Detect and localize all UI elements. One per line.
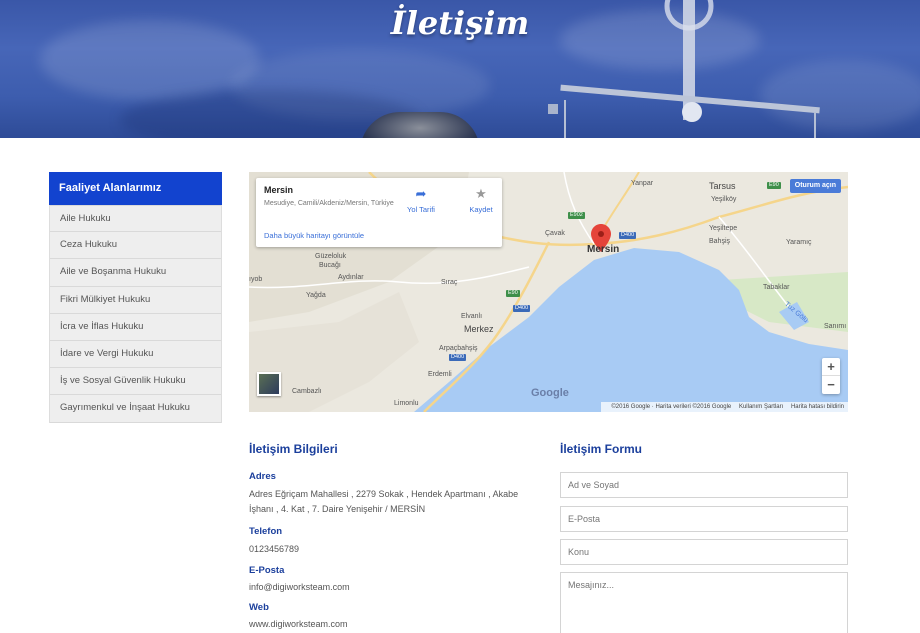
save-label: Kaydet [469, 205, 493, 214]
map-label: Yanpar [631, 180, 654, 187]
contact-info-title: İletişim Bilgileri [249, 442, 338, 456]
address-value: Adres Eğriçam Mahallesi , 2279 Sokak , H… [249, 489, 519, 514]
road-badge: D400 [513, 305, 531, 312]
map-label: Sanımı [824, 323, 847, 330]
map-label: Güzeloluk [315, 253, 347, 260]
sidebar-menu: Aile Hukuku Ceza Hukuku Aile ve Boşanma … [49, 205, 222, 423]
contact-form-title: İletişim Formu [560, 442, 643, 456]
map-label: Yaramıç [786, 239, 812, 246]
web-value[interactable]: www.digiworksteam.com [249, 617, 539, 632]
map-label: Elvanlı [461, 313, 483, 320]
web-label: Web [249, 602, 269, 613]
road-badge: E90 [506, 290, 520, 297]
sidebar-item-gayrimenkul[interactable]: Gayrımenkul ve İnşaat Hukuku [50, 395, 221, 423]
google-map[interactable]: Mersin Tarsus Yanpar Yeşilköy Yeşiltepe … [249, 172, 848, 412]
page-title: İletişim [390, 4, 530, 42]
address-label: Adres [249, 471, 276, 482]
map-label: Merkez [464, 324, 494, 334]
map-label: Limonlu [394, 400, 419, 407]
zoom-control: + − [822, 358, 840, 394]
road-badge: E902 [568, 212, 585, 219]
contact-form: İletişim Formu [560, 442, 848, 633]
place-address: Mesudiye, Camili/Akdeniz/Mersin, Türkiye [264, 200, 394, 207]
sidebar-item-aile-hukuku[interactable]: Aile Hukuku [50, 205, 221, 233]
sidebar-item-ceza-hukuku[interactable]: Ceza Hukuku [50, 232, 221, 260]
bigger-map-link[interactable]: Daha büyük haritayı görüntüle [264, 231, 364, 240]
phone-value: 0123456789 [249, 544, 300, 554]
save-place-button[interactable]: ★ Kaydet [456, 186, 506, 214]
map-label: Arpaçbahşiş [439, 345, 478, 352]
sidebar-item-idare-vergi[interactable]: İdare ve Vergi Hukuku [50, 340, 221, 369]
subject-input[interactable] [560, 539, 848, 565]
map-label: Erdemli [428, 371, 452, 378]
sidebar-item-is-sosyal[interactable]: İş ve Sosyal Güvenlik Hukuku [50, 368, 221, 396]
google-logo: Google [531, 387, 569, 399]
map-label: Çavak [545, 230, 565, 237]
map-label: Bahşiş [709, 238, 731, 245]
map-data-credit: ©2016 Google · Harita verileri ©2016 Goo… [611, 404, 732, 410]
email-value[interactable]: info@digiworksteam.com [249, 580, 539, 595]
email-label: E-Posta [249, 565, 285, 576]
message-textarea[interactable] [560, 572, 848, 633]
map-label: Bucağı [319, 262, 341, 269]
road-badge: D400 [619, 232, 637, 239]
map-label: Yeşilköy [711, 196, 737, 203]
map-label: Aydınlar [338, 274, 364, 281]
map-label: Mersin [587, 244, 620, 255]
map-label: Tabaklar [763, 284, 790, 291]
sidebar-item-fikri-mulkiyet[interactable]: Fikri Mülkiyet Hukuku [50, 286, 221, 314]
hero-banner: İletişim [0, 0, 920, 138]
star-icon: ★ [475, 186, 487, 201]
practice-areas-sidebar: Faaliyet Alanlarımız Aile Hukuku Ceza Hu… [49, 172, 222, 423]
road-badge: D400 [449, 354, 467, 361]
place-info-card: Mersin Mesudiye, Camili/Akdeniz/Mersin, … [256, 178, 502, 247]
email-input[interactable] [560, 506, 848, 532]
map-label: Yağda [306, 292, 326, 299]
contact-info: İletişim Bilgileri Adres Adres Eğriçam M… [249, 442, 539, 632]
directions-button[interactable]: ➦ Yol Tarifi [396, 186, 446, 214]
map-label: ıyob [249, 276, 263, 283]
map-label: Sıraç [441, 279, 458, 286]
map-label: Tarsus [709, 181, 736, 191]
map-signin-button[interactable]: Oturum açın [789, 179, 841, 193]
map-terms-link[interactable]: Kullanım Şartları [739, 404, 783, 410]
map-label: Cambazlı [292, 388, 322, 395]
directions-label: Yol Tarifi [407, 205, 435, 214]
sidebar-title: Faaliyet Alanlarımız [49, 172, 222, 205]
zoom-in-button[interactable]: + [822, 358, 840, 376]
zoom-out-button[interactable]: − [822, 376, 840, 394]
map-report-link[interactable]: Harita hatası bildirin [791, 404, 844, 410]
map-attribution: ©2016 Google · Harita verileri ©2016 Goo… [601, 402, 848, 412]
phone-label: Telefon [249, 526, 283, 537]
satellite-toggle[interactable] [257, 372, 281, 396]
directions-icon: ➦ [415, 186, 427, 201]
road-badge: E90 [767, 182, 781, 189]
sidebar-item-aile-bosanma[interactable]: Aile ve Boşanma Hukuku [50, 259, 221, 287]
map-label: Yeşiltepe [709, 225, 738, 232]
name-input[interactable] [560, 472, 848, 498]
sidebar-item-icra-iflas[interactable]: İcra ve İflas Hukuku [50, 313, 221, 341]
